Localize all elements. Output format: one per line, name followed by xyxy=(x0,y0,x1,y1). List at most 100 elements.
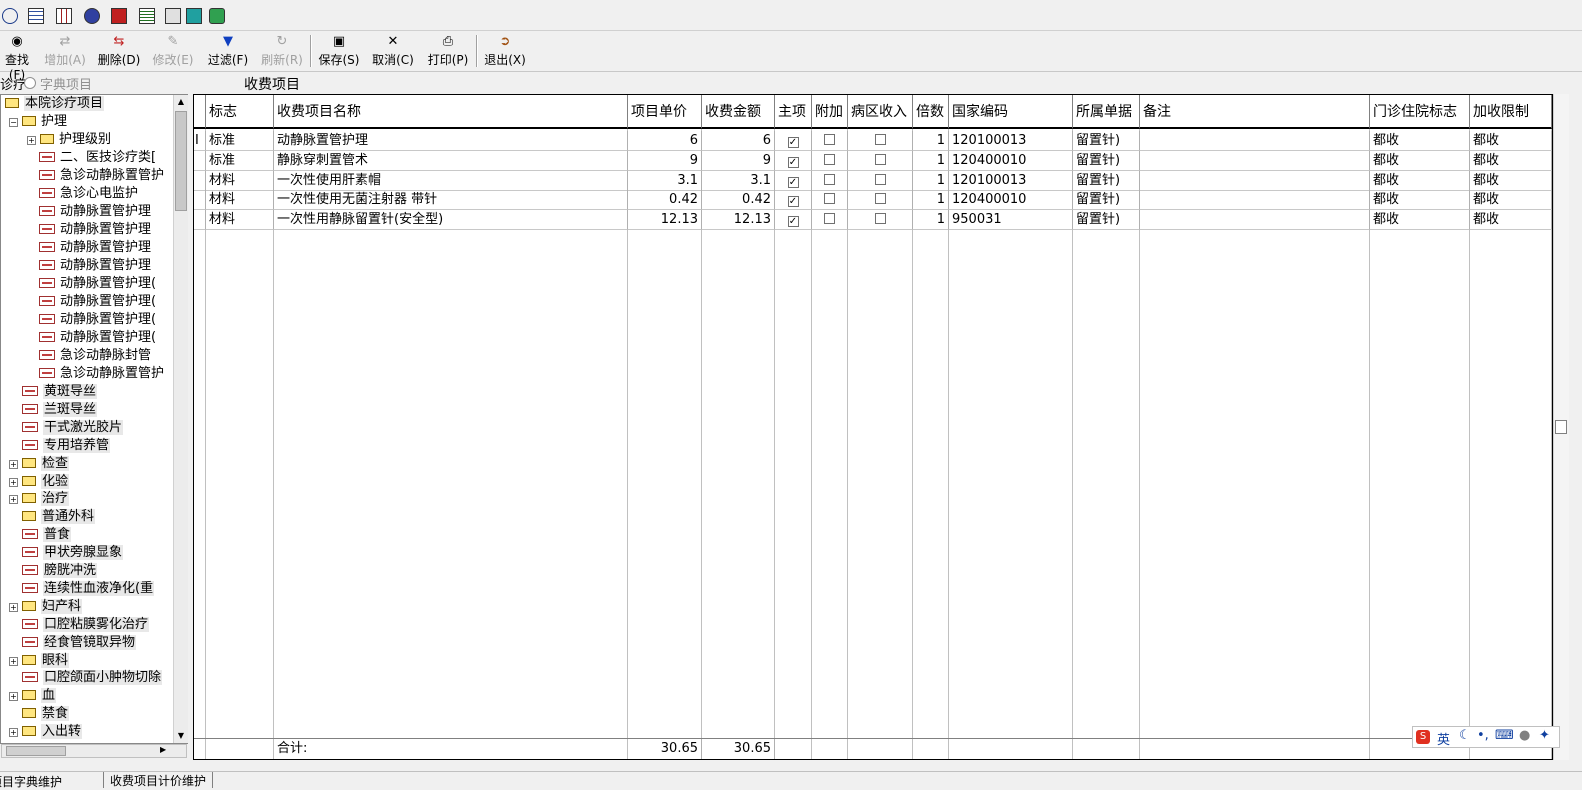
scroll-right-arrow-icon[interactable]: ▶ xyxy=(160,745,166,754)
keyboard-icon[interactable]: ⌨ xyxy=(1495,728,1514,743)
unchecked-checkbox[interactable] xyxy=(874,153,886,165)
expand-icon[interactable]: + xyxy=(9,459,18,469)
refresh-button[interactable]: ↻ 刷新(R) xyxy=(257,33,307,69)
checkbox-cell-extra[interactable] xyxy=(812,190,848,211)
table-cell-price[interactable]: 6 xyxy=(628,131,702,151)
tree-node[interactable]: 黄斑导丝 xyxy=(22,383,98,401)
moon-icon[interactable]: ☾ xyxy=(1459,728,1471,743)
unchecked-checkbox[interactable] xyxy=(824,193,835,205)
checkbox-cell-main[interactable]: ✓ xyxy=(775,210,812,231)
checkbox-cell-main[interactable]: ✓ xyxy=(775,190,812,211)
table-cell-code[interactable]: 120400010 xyxy=(949,190,1073,211)
column-header[interactable]: 主项 xyxy=(775,95,812,129)
table-cell-limit[interactable]: 都收 xyxy=(1470,190,1552,211)
exit-button[interactable]: ➲ 退出(X) xyxy=(480,33,530,69)
table-cell-amount[interactable]: 12.13 xyxy=(702,210,775,231)
user-icon[interactable]: ● xyxy=(1519,728,1530,743)
checked-checkbox[interactable]: ✓ xyxy=(787,137,799,148)
table-cell-limit[interactable]: 都收 xyxy=(1470,150,1552,171)
table-cell-flag[interactable]: 材料 xyxy=(206,210,274,231)
tree-leaf-item[interactable]: 急诊心电监护 xyxy=(39,185,138,203)
dictionary-option-label[interactable]: 字典项目 xyxy=(40,74,92,93)
unchecked-checkbox[interactable] xyxy=(874,213,886,225)
column-header[interactable]: 附加 xyxy=(812,95,848,129)
grid-scroll-thumb[interactable] xyxy=(1555,420,1567,434)
table-cell-mult[interactable]: 1 xyxy=(913,170,949,191)
table-cell-limit[interactable]: 都收 xyxy=(1470,170,1552,191)
checkbox-cell-extra[interactable] xyxy=(812,210,848,231)
table-cell-bill[interactable]: 留置针) xyxy=(1073,150,1140,171)
tree-vertical-scrollbar[interactable]: ▲ ▼ xyxy=(173,95,188,743)
table-cell-op[interactable]: 都收 xyxy=(1370,150,1470,171)
collapse-icon[interactable]: − xyxy=(9,118,18,127)
table-cell-bill[interactable]: 留置针) xyxy=(1073,210,1140,231)
tree-node[interactable]: 普食 xyxy=(22,526,72,544)
expand-icon[interactable]: + xyxy=(9,602,18,612)
table-cell-name[interactable]: 一次性使用无菌注射器 带针 xyxy=(274,190,628,211)
add-button[interactable]: ⇄ 增加(A) xyxy=(40,33,90,69)
table-cell-note[interactable] xyxy=(1140,131,1370,151)
delete-button[interactable]: ⇆ 删除(D) xyxy=(94,33,144,69)
tree-node[interactable]: 口腔粘膜雾化治疗 xyxy=(22,616,150,634)
checked-checkbox[interactable]: ✓ xyxy=(787,216,799,228)
book-stack-icon[interactable] xyxy=(209,8,225,24)
table-cell-op[interactable]: 都收 xyxy=(1370,170,1470,191)
tree-leaf-item[interactable]: 动静脉置管护理 xyxy=(39,239,151,257)
tab-item-dictionary[interactable]: 项目字典维护 xyxy=(0,773,98,790)
checkbox-cell-ward[interactable] xyxy=(848,170,913,191)
red-book-icon[interactable] xyxy=(111,8,127,24)
expand-icon[interactable]: + xyxy=(27,136,36,145)
table-cell-limit[interactable]: 都收 xyxy=(1470,210,1552,231)
tree-node[interactable]: 专用培养管 xyxy=(22,437,111,455)
find-button[interactable]: ◉ 查找(F) xyxy=(0,33,34,83)
tree-hscroll-thumb[interactable] xyxy=(6,746,66,756)
tree-node[interactable]: 禁食 xyxy=(22,705,70,723)
table-cell-mult[interactable]: 1 xyxy=(913,190,949,211)
print-button[interactable]: ⎙ 打印(P) xyxy=(423,33,473,69)
tree-node-nursing-level[interactable]: + 护理级别 xyxy=(27,131,111,149)
checked-checkbox[interactable]: ✓ xyxy=(787,196,799,208)
tree-node[interactable]: + 化验 xyxy=(9,473,70,491)
table-cell-price[interactable]: 3.1 xyxy=(628,170,702,191)
table-cell-amount[interactable]: 9 xyxy=(702,150,775,171)
wrench-icon[interactable]: ✦ xyxy=(1539,728,1550,743)
tree-root[interactable]: 本院诊疗项目 xyxy=(5,95,105,113)
expand-icon[interactable]: + xyxy=(9,692,18,702)
column-header[interactable]: 倍数 xyxy=(913,95,949,129)
tree-leaf-item[interactable]: 动静脉置管护理( xyxy=(39,275,156,293)
checkbox-cell-main[interactable]: ✓ xyxy=(775,131,812,151)
checkbox-cell-main[interactable]: ✓ xyxy=(775,150,812,171)
tab-charge-pricing[interactable]: 收费项目计价维护 xyxy=(103,772,214,788)
checkbox-cell-ward[interactable] xyxy=(848,210,913,231)
table-cell-price[interactable]: 12.13 xyxy=(628,210,702,231)
tree-leaf-item[interactable]: 动静脉置管护理 xyxy=(39,257,151,275)
category-option[interactable]: 诊疗 xyxy=(0,74,26,93)
table-cell-op[interactable]: 都收 xyxy=(1370,131,1470,151)
modify-button[interactable]: ✎ 修改(E) xyxy=(148,33,198,69)
table-cell-name[interactable]: 动静脉置管护理 xyxy=(274,131,628,151)
table-cell-code[interactable]: 120100013 xyxy=(949,131,1073,151)
tree-node[interactable]: + 眼科 xyxy=(9,652,70,670)
checkbox-cell-ward[interactable] xyxy=(848,150,913,171)
punctuation-icon[interactable]: •, xyxy=(1477,728,1489,743)
tree-node[interactable]: 甲状旁腺显象 xyxy=(22,544,124,562)
table-cell-op[interactable]: 都收 xyxy=(1370,210,1470,231)
checkbox-cell-extra[interactable] xyxy=(812,150,848,171)
column-header[interactable]: 收费项目名称 xyxy=(274,95,628,129)
table-cell-flag[interactable]: 标准 xyxy=(206,150,274,171)
table-cell-mult[interactable]: 1 xyxy=(913,131,949,151)
tree-node[interactable]: + 治疗 xyxy=(9,490,70,508)
calendar-icon[interactable] xyxy=(28,8,44,24)
tree-leaf-item[interactable]: 急诊动静脉封管 xyxy=(39,347,151,365)
table-cell-code[interactable]: 120100013 xyxy=(949,170,1073,191)
tree-node[interactable]: + 检查 xyxy=(9,455,70,473)
table-cell-note[interactable] xyxy=(1140,170,1370,191)
tree-leaf-item[interactable]: 动静脉置管护理( xyxy=(39,329,156,347)
column-header[interactable]: 病区收入 xyxy=(848,95,913,129)
table-cell-bill[interactable]: 留置针) xyxy=(1073,190,1140,211)
unchecked-checkbox[interactable] xyxy=(824,134,835,145)
checkbox-cell-ward[interactable] xyxy=(848,190,913,211)
checked-checkbox[interactable]: ✓ xyxy=(787,176,799,188)
checkbox-cell-extra[interactable] xyxy=(812,170,848,191)
tree-node[interactable]: + 入出转 xyxy=(9,723,83,741)
